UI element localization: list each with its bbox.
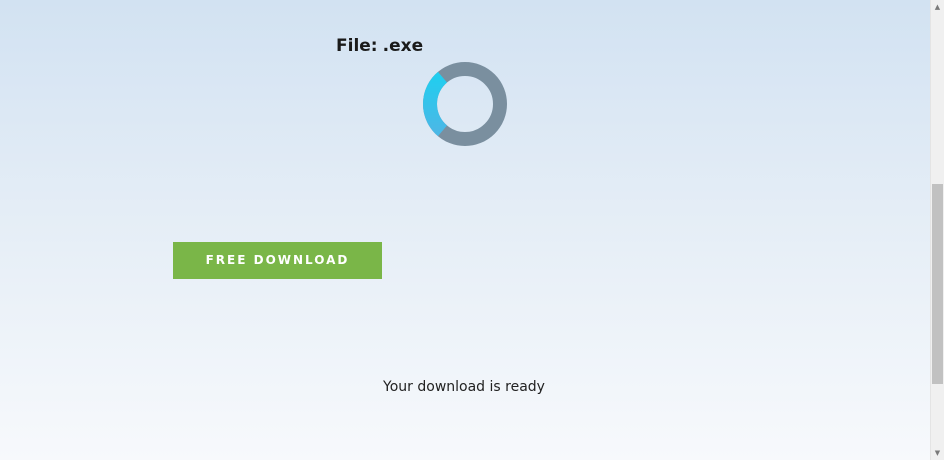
vertical-scrollbar[interactable]: ▲ ▼ [930,0,944,460]
scroll-up-arrow-icon[interactable]: ▲ [931,0,944,14]
scroll-down-arrow-icon[interactable]: ▼ [931,446,944,460]
download-ready-message: Your download is ready [383,379,545,395]
free-download-button[interactable]: FREE DOWNLOAD [173,242,382,279]
file-name: .exe [382,36,424,56]
file-label: File: [336,36,378,56]
page-viewport: File: .exe FREE DOWNLOAD Your download is… [0,0,930,460]
file-title: File: .exe [336,36,423,56]
spinner-arc [423,71,448,137]
scrollbar-thumb[interactable] [932,184,943,384]
loading-spinner-icon [423,62,507,146]
